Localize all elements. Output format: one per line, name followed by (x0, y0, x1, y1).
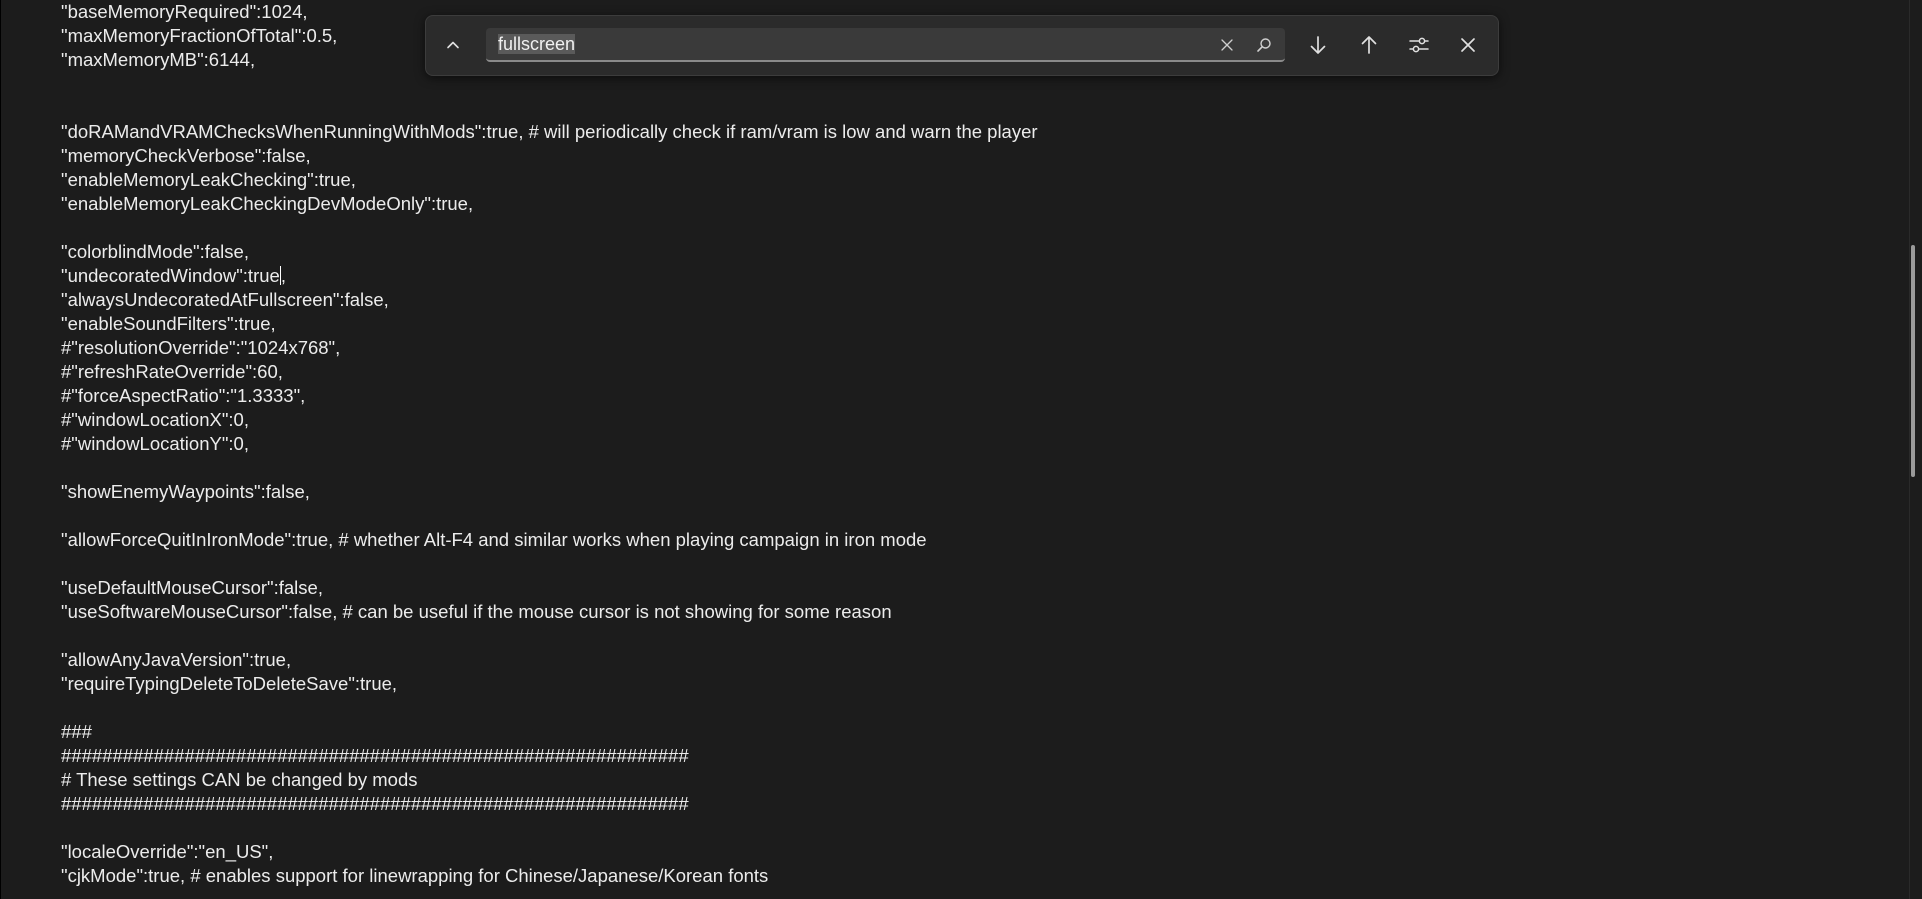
editor-line[interactable]: ########################################… (61, 744, 1869, 768)
editor-line[interactable] (61, 696, 1869, 720)
editor-line[interactable]: ### (61, 720, 1869, 744)
find-options-button[interactable] (1400, 26, 1438, 64)
chevron-up-icon (447, 41, 459, 49)
arrow-down-icon (1310, 36, 1326, 54)
editor-line[interactable]: "doRAMandVRAMChecksWhenRunningWithMods":… (61, 120, 1869, 144)
editor-line[interactable]: "colorblindMode":false, (61, 240, 1869, 264)
search-icon (1257, 38, 1271, 52)
editor-line[interactable] (61, 216, 1869, 240)
clear-icon (1221, 39, 1233, 51)
editor-line[interactable]: "enableMemoryLeakChecking":true, (61, 168, 1869, 192)
editor-line[interactable]: ########################################… (61, 792, 1869, 816)
text-editor[interactable]: "baseMemoryRequired":1024, "maxMemoryFrac… (1, 0, 1909, 899)
search-button[interactable] (1254, 35, 1274, 55)
vertical-scrollbar-thumb[interactable] (1911, 245, 1915, 477)
arrow-up-icon (1361, 36, 1377, 54)
editor-line[interactable]: # These settings CAN be changed by mods (61, 768, 1869, 792)
editor-line[interactable]: "showEnemyWaypoints":false, (61, 480, 1869, 504)
editor-line[interactable]: #"windowLocationY":0, (61, 432, 1869, 456)
editor-line[interactable]: #"windowLocationX":0, (61, 408, 1869, 432)
find-previous-button[interactable] (1350, 26, 1388, 64)
editor-line[interactable] (61, 552, 1869, 576)
editor-line[interactable]: "requireTypingDeleteToDeleteSave":true, (61, 672, 1869, 696)
editor-line[interactable]: "useDefaultMouseCursor":false, (61, 576, 1869, 600)
editor-line[interactable] (61, 816, 1869, 840)
editor-text-area[interactable]: "baseMemoryRequired":1024, "maxMemoryFrac… (61, 0, 1869, 888)
text-caret (279, 266, 281, 285)
editor-line[interactable]: "enableMemoryLeakCheckingDevModeOnly":tr… (61, 192, 1869, 216)
editor-line[interactable]: "allowAnyJavaVersion":true, (61, 648, 1869, 672)
find-next-button[interactable] (1299, 26, 1337, 64)
options-sliders-icon (1409, 37, 1429, 53)
find-bar: fullscreen (425, 15, 1499, 76)
collapse-find-button[interactable] (434, 26, 472, 64)
editor-line[interactable] (61, 96, 1869, 120)
editor-line[interactable]: #"resolutionOverride":"1024x768", (61, 336, 1869, 360)
close-icon (1461, 38, 1475, 52)
find-input-text: fullscreen (498, 34, 576, 54)
editor-line[interactable]: "enableSoundFilters":true, (61, 312, 1869, 336)
close-find-button[interactable] (1449, 26, 1487, 64)
editor-line[interactable] (61, 504, 1869, 528)
editor-line[interactable]: #"refreshRateOverride":60, (61, 360, 1869, 384)
editor-line[interactable]: "memoryCheckVerbose":false, (61, 144, 1869, 168)
editor-line[interactable]: #"forceAspectRatio":"1.3333", (61, 384, 1869, 408)
editor-line[interactable]: "useSoftwareMouseCursor":false, # can be… (61, 600, 1869, 624)
editor-line[interactable]: "alwaysUndecoratedAtFullscreen":false, (61, 288, 1869, 312)
editor-line[interactable]: "allowForceQuitInIronMode":true, # wheth… (61, 528, 1869, 552)
editor-line[interactable]: "localeOverride":"en_US", (61, 840, 1869, 864)
editor-line[interactable] (61, 456, 1869, 480)
find-input[interactable]: fullscreen (486, 28, 1285, 62)
editor-line[interactable]: "cjkMode":true, # enables support for li… (61, 864, 1869, 888)
editor-line[interactable]: "undecoratedWindow":true, (61, 264, 1869, 288)
clear-search-button[interactable] (1217, 35, 1237, 55)
editor-line[interactable] (61, 624, 1869, 648)
